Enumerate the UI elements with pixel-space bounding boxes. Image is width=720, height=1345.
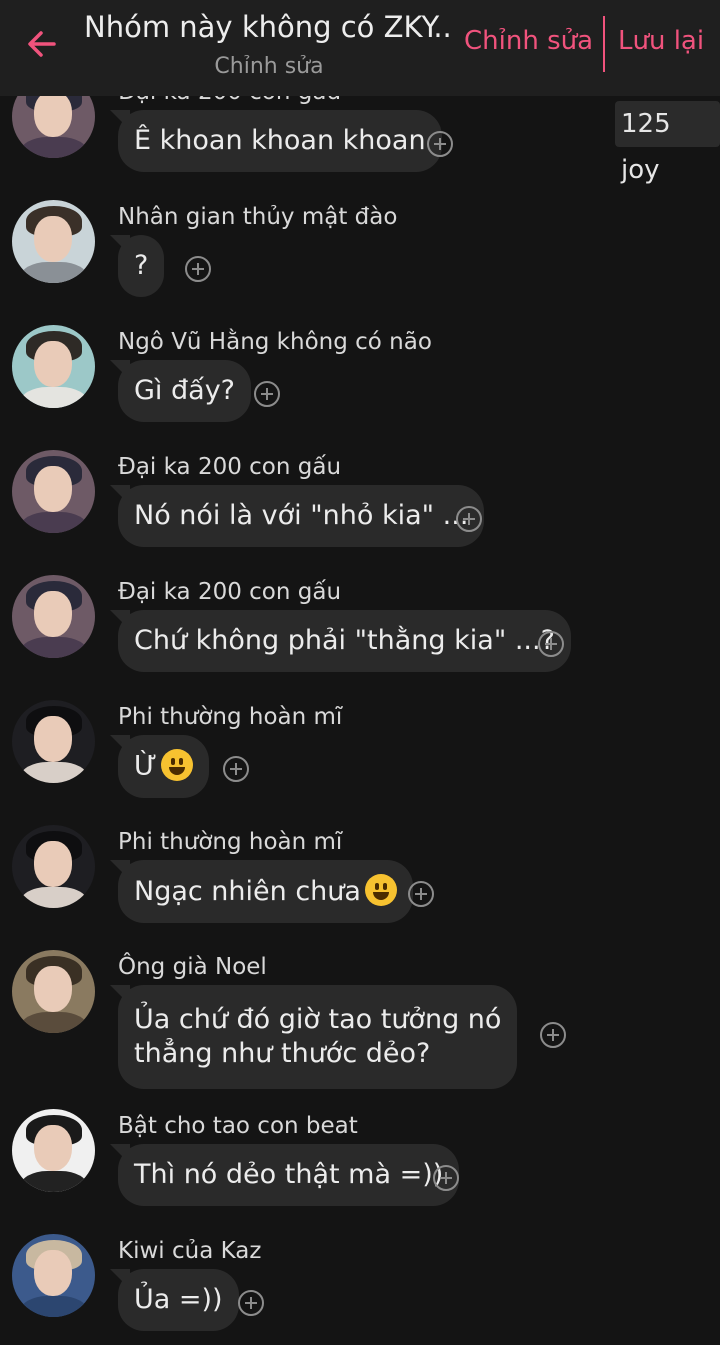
grinning-face-icon: [364, 874, 397, 906]
sender-name: Đại ka 200 con gấu: [118, 579, 342, 605]
top-bar: Nhóm này không có ZKY... Chỉnh sửa Chỉnh…: [0, 0, 720, 96]
avatar[interactable]: [12, 1109, 95, 1192]
add-reaction-icon[interactable]: [433, 1165, 459, 1191]
message-text: Ừ: [134, 751, 158, 782]
message-text: Nó nói là với "nhỏ kia" ...: [134, 500, 469, 531]
message-text: Ngạc nhiên chưa: [134, 876, 361, 907]
message-text-line: thẳng như thước dẻo?: [134, 1038, 431, 1069]
sender-name: Bật cho tao con beat: [118, 1113, 358, 1139]
joy-badge: 125 joy: [615, 101, 720, 185]
message-bubble[interactable]: Thì nó dẻo thật mà =)): [118, 1144, 460, 1206]
sender-name: Phi thường hoàn mĩ: [118, 829, 343, 855]
message-text: Ủa =)): [134, 1284, 223, 1315]
add-reaction-icon[interactable]: [456, 506, 482, 532]
avatar[interactable]: [12, 325, 95, 408]
add-reaction-icon[interactable]: [408, 881, 434, 907]
message-bubble[interactable]: ?: [118, 235, 165, 297]
message-list: Đại ka 200 con gấu Ê khoan khoan khoan N…: [0, 0, 720, 1345]
save-button[interactable]: Lưu lại: [618, 26, 704, 56]
add-reaction-icon[interactable]: [254, 381, 280, 407]
add-reaction-icon[interactable]: [185, 256, 211, 282]
message-bubble[interactable]: Ê khoan khoan khoan: [118, 110, 442, 172]
message-bubble[interactable]: Ủa =)): [118, 1269, 239, 1331]
message-text: Thì nó dẻo thật mà =)): [134, 1159, 444, 1190]
avatar[interactable]: [12, 575, 95, 658]
back-button[interactable]: [18, 20, 66, 68]
page-subtitle: Chỉnh sửa: [214, 54, 324, 79]
sender-name: Phi thường hoàn mĩ: [118, 704, 343, 730]
header-divider: [603, 16, 605, 72]
avatar[interactable]: [12, 950, 95, 1033]
message-text: Ê khoan khoan khoan: [134, 125, 426, 156]
edit-button[interactable]: Chỉnh sửa: [464, 26, 593, 56]
message-text: Gì đấy?: [134, 375, 235, 406]
arrow-left-icon: [28, 31, 56, 57]
add-reaction-icon[interactable]: [223, 756, 249, 782]
sender-name: Ngô Vũ Hằng không có não: [118, 329, 432, 355]
avatar[interactable]: [12, 700, 95, 783]
avatar[interactable]: [12, 200, 95, 283]
sender-name: Đại ka 200 con gấu: [118, 454, 342, 480]
add-reaction-icon[interactable]: [538, 631, 564, 657]
message-bubble[interactable]: Ừ: [118, 735, 210, 798]
sender-name: Nhân gian thủy mật đào: [118, 204, 398, 230]
message-bubble[interactable]: Nó nói là với "nhỏ kia" ...: [118, 485, 485, 547]
message-bubble[interactable]: Gì đấy?: [118, 360, 251, 422]
add-reaction-icon[interactable]: [540, 1022, 566, 1048]
avatar[interactable]: [12, 825, 95, 908]
avatar[interactable]: [12, 450, 95, 533]
message-bubble[interactable]: Ngạc nhiên chưa: [118, 860, 413, 923]
message-bubble[interactable]: Ủa chứ đó giờ tao tưởng nó thẳng như thư…: [118, 985, 518, 1089]
avatar[interactable]: [12, 1234, 95, 1317]
message-text: ?: [134, 250, 149, 281]
sender-name: Ông già Noel: [118, 954, 267, 980]
add-reaction-icon[interactable]: [238, 1290, 264, 1316]
grinning-face-icon: [161, 749, 194, 781]
message-bubble[interactable]: Chứ không phải "thằng kia" ...?: [118, 610, 571, 672]
page-title: Nhóm này không có ZKY...: [84, 10, 454, 44]
message-text-line: Ủa chứ đó giờ tao tưởng nó: [134, 1004, 502, 1035]
sender-name: Kiwi của Kaz: [118, 1238, 262, 1264]
add-reaction-icon[interactable]: [427, 131, 453, 157]
message-text: Chứ không phải "thằng kia" ...?: [134, 625, 555, 656]
